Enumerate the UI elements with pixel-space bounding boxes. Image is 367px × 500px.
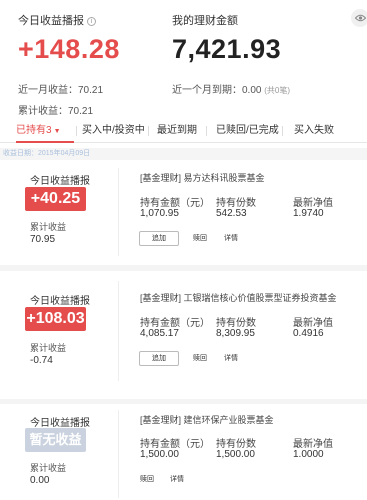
tab-buying[interactable]: 买入中/投资中 <box>82 119 145 143</box>
info-icon[interactable]: i <box>87 17 96 26</box>
fund-title[interactable]: [基金理财] 工银瑞信核心价值股票型证券投资基金 <box>140 291 337 304</box>
detail-button[interactable]: 详情 <box>170 473 184 488</box>
card-cumulative-label: 累计收益 <box>30 222 67 232</box>
chevron-down-icon: ▼ <box>53 128 61 135</box>
card-today-badge: +108.03 <box>25 307 86 331</box>
summary-panel: 今日收益播报 i +148.28 近一月收益：70.21 累计收益：70.21 我… <box>0 0 367 118</box>
today-income-value: +148.28 <box>18 34 120 64</box>
detail-button[interactable]: 详情 <box>224 352 238 367</box>
redeem-button[interactable]: 赎回 <box>193 232 207 247</box>
tab-redeemed[interactable]: 已赎回/已完成 <box>216 119 279 143</box>
cumulative-income: 累计收益：70.21 <box>18 106 94 117</box>
col-shares-label: 持有份数 <box>216 439 256 450</box>
fund-shares: 8,309.95 <box>216 328 255 339</box>
tab-recent-expiry[interactable]: 最近到期 <box>157 119 197 143</box>
col-nav-label: 最新净值 <box>293 198 333 209</box>
fund-card: 今日收益播报 暂无收益 累计收益 0.00 [基金理财] 建信环保产业股票基金 … <box>0 404 367 500</box>
fund-amount: 1,500.00 <box>140 449 179 460</box>
card-today-label: 今日收益播报 <box>30 418 90 429</box>
col-amount-label: 持有金额（元） <box>140 318 210 329</box>
col-amount-label: 持有金额（元） <box>140 439 210 450</box>
fund-amount: 4,085.17 <box>140 328 179 339</box>
card-today-badge: 暂无收益 <box>25 428 86 452</box>
col-nav-label: 最新净值 <box>293 318 333 329</box>
fund-shares: 1,500.00 <box>216 449 255 460</box>
fund-title[interactable]: [基金理财] 建信环保产业股票基金 <box>140 413 274 426</box>
today-income-label: 今日收益播报 i <box>18 12 120 28</box>
col-shares-label: 持有份数 <box>216 318 256 329</box>
fund-nav: 0.4916 <box>293 328 324 339</box>
tab-divider <box>206 126 207 136</box>
redeem-button[interactable]: 赎回 <box>140 473 154 488</box>
fund-shares: 542.53 <box>216 208 247 219</box>
today-income-block: 今日收益播报 i +148.28 近一月收益：70.21 累计收益：70.21 <box>18 12 120 117</box>
today-income-label-text: 今日收益播报 <box>18 15 84 27</box>
total-assets-label: 我的理财金额 <box>172 15 238 27</box>
card-today-badge: +40.25 <box>25 187 86 211</box>
fund-nav: 1.9740 <box>293 208 324 219</box>
status-tabs: 已持有3 ▼ 买入中/投资中 最近到期 已赎回/已完成 买入失败 <box>0 119 367 143</box>
card-cumulative-label: 累计收益 <box>30 343 67 353</box>
month-arrival-count: (共0笔) <box>264 86 291 95</box>
tab-failed[interactable]: 买入失败 <box>294 119 334 143</box>
tab-divider <box>282 126 283 136</box>
col-shares-label: 持有份数 <box>216 198 256 209</box>
tab-holding-label: 已持有3 <box>16 125 52 136</box>
add-button[interactable]: 追加 <box>139 231 179 246</box>
month-income: 近一月收益：70.21 <box>18 85 104 96</box>
fund-nav: 1.0000 <box>293 449 324 460</box>
total-assets-value: 7,421.93 <box>172 34 282 64</box>
card-divider <box>118 168 119 256</box>
fund-card: 今日收益播报 +40.25 累计收益 70.95 [基金理财] 易方达科讯股票基… <box>0 160 367 265</box>
month-arrival: 近一个月到期：0.00 (共0笔) <box>172 81 290 96</box>
fund-title[interactable]: [基金理财] 易方达科讯股票基金 <box>140 171 265 184</box>
card-today-label: 今日收益播报 <box>30 176 90 187</box>
card-divider <box>118 410 119 498</box>
tab-holding[interactable]: 已持有3 ▼ <box>16 119 74 143</box>
tab-divider <box>148 126 149 136</box>
detail-button[interactable]: 详情 <box>224 232 238 247</box>
add-button[interactable]: 追加 <box>139 351 179 366</box>
card-divider <box>118 281 119 381</box>
card-cumulative-value: 0.00 <box>30 475 50 486</box>
eye-icon[interactable] <box>351 9 367 27</box>
redeem-button[interactable]: 赎回 <box>193 352 207 367</box>
income-date-bar: 收益日期：2015年04月09日 <box>0 148 367 160</box>
card-cumulative-value: -0.74 <box>30 355 53 366</box>
month-arrival-label: 近一个月到期：0.00 <box>172 85 262 96</box>
col-nav-label: 最新净值 <box>293 439 333 450</box>
card-cumulative-value: 70.95 <box>30 234 56 245</box>
income-date: 收益日期：2015年04月09日 <box>3 150 91 157</box>
card-cumulative-label: 累计收益 <box>30 463 67 473</box>
total-assets-block: 我的理财金额 7,421.93 近一个月到期：0.00 (共0笔) <box>172 12 290 96</box>
fund-amount: 1,070.95 <box>140 208 179 219</box>
card-today-label: 今日收益播报 <box>30 296 90 307</box>
fund-card: 今日收益播报 +108.03 累计收益 -0.74 [基金理财] 工银瑞信核心价… <box>0 271 367 399</box>
tab-divider <box>76 126 77 136</box>
col-amount-label: 持有金额（元） <box>140 198 210 209</box>
